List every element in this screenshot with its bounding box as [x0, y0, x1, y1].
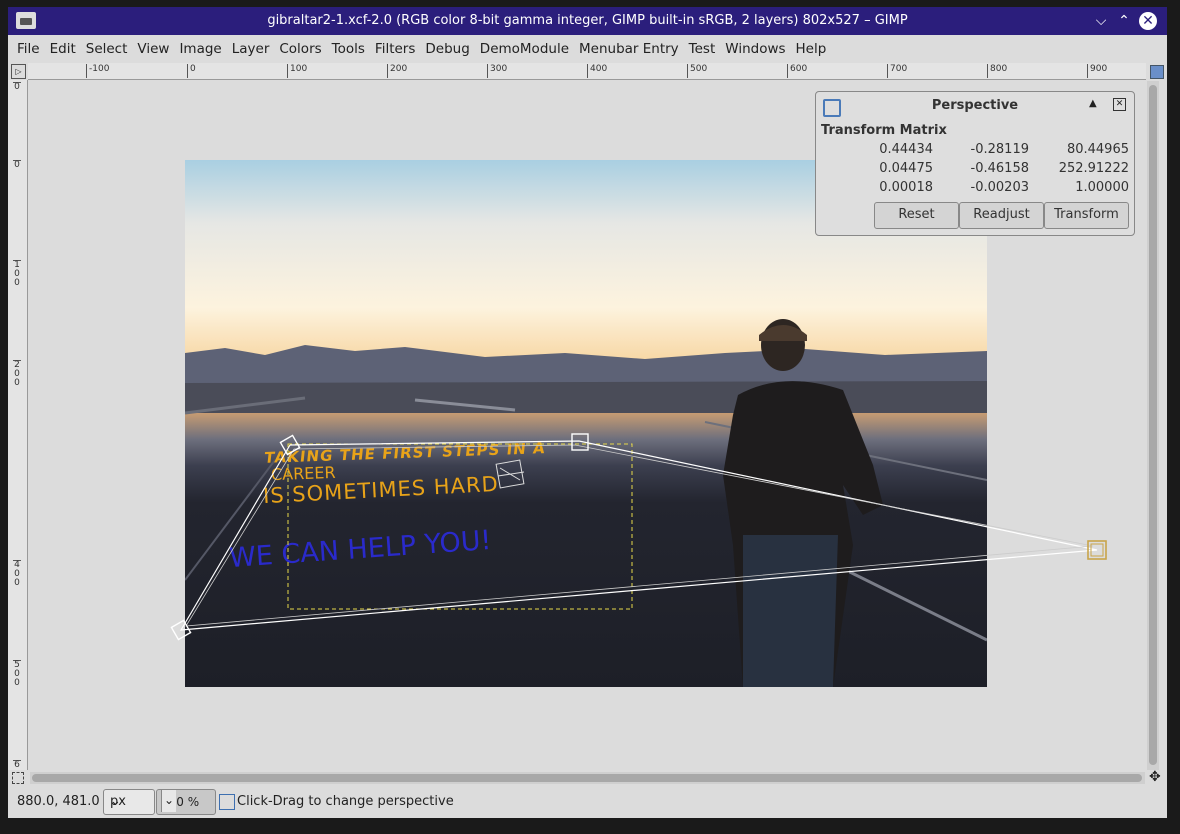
matrix-row: 0.44434 -0.28119 80.44965: [836, 142, 1131, 161]
matrix-cell: -0.46158: [970, 161, 1029, 176]
matrix-cell: 80.44965: [1066, 142, 1129, 157]
status-message: Click-Drag to change perspective: [237, 794, 454, 809]
matrix-cell: 0.44434: [879, 142, 933, 157]
status-bar: 880.0, 481.0 px ⌄ 100 % ⌄ Click-Drag to …: [8, 786, 1167, 818]
unit-select[interactable]: px ⌄: [103, 789, 155, 815]
readjust-button[interactable]: Readjust: [959, 202, 1044, 229]
matrix-cell: 252.91222: [1058, 161, 1129, 176]
chevron-down-icon: ⌄: [110, 794, 121, 809]
dialog-title: Perspective: [931, 98, 1019, 113]
perspective-tool-icon: [219, 794, 235, 810]
matrix-row: 0.04475 -0.46158 252.91222: [836, 161, 1131, 180]
perspective-dialog: Perspective ▲ ✕ Transform Matrix 0.44434…: [815, 91, 1135, 236]
zoom-select[interactable]: 100 % ⌄: [156, 789, 216, 815]
pointer-coordinates: 880.0, 481.0: [17, 794, 100, 809]
reset-button[interactable]: Reset: [874, 202, 959, 229]
matrix-cell: -0.00203: [970, 180, 1029, 195]
transform-button[interactable]: Transform: [1044, 202, 1129, 229]
matrix-row: 0.00018 -0.00203 1.00000: [836, 180, 1131, 199]
dialog-subtitle: Transform Matrix: [821, 123, 947, 138]
matrix-cell: -0.28119: [970, 142, 1029, 157]
matrix-cell: 0.00018: [879, 180, 933, 195]
close-icon[interactable]: ✕: [1113, 98, 1126, 111]
matrix-cell: 0.04475: [879, 161, 933, 176]
matrix-cell: 1.00000: [1075, 180, 1129, 195]
transform-matrix: 0.44434 -0.28119 80.44965 0.04475 -0.461…: [836, 142, 1131, 199]
chevron-down-icon[interactable]: ⌄: [161, 790, 176, 812]
collapse-icon[interactable]: ▲: [1089, 98, 1097, 109]
